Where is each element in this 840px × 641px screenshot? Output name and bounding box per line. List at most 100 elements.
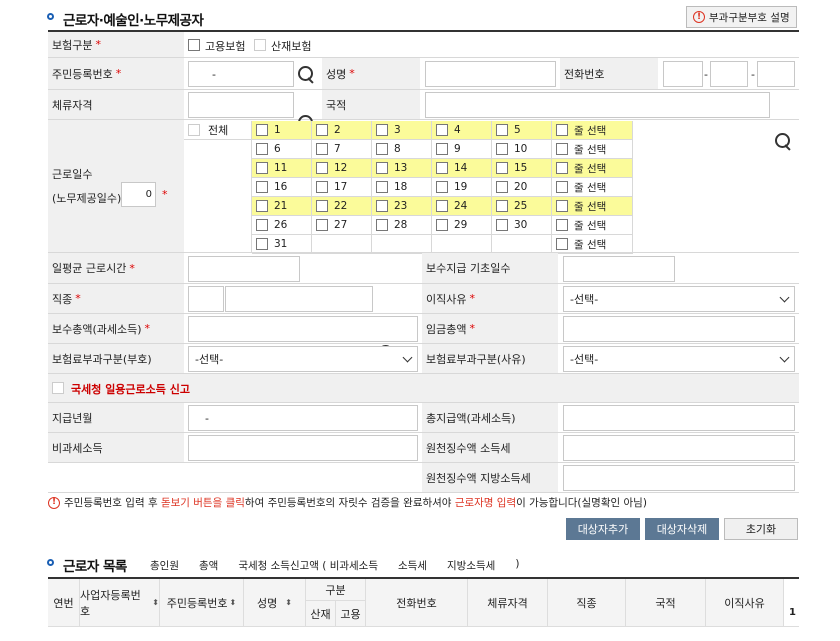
day-cell-10[interactable]: 10	[492, 140, 552, 159]
day-checkbox[interactable]	[376, 219, 388, 231]
day-checkbox[interactable]	[436, 143, 448, 155]
day-cell-11[interactable]: 11	[252, 159, 312, 178]
day-cell-8[interactable]: 8	[372, 140, 432, 159]
day-cell-4[interactable]: 4	[432, 121, 492, 140]
day-checkbox[interactable]	[316, 143, 328, 155]
day-checkbox[interactable]	[496, 162, 508, 174]
day-cell-26[interactable]: 26	[252, 216, 312, 235]
day-checkbox[interactable]	[316, 124, 328, 136]
day-checkbox[interactable]	[496, 181, 508, 193]
day-checkbox[interactable]	[316, 200, 328, 212]
reset-button[interactable]: 초기화	[724, 518, 798, 540]
phone-input-2[interactable]	[710, 61, 748, 87]
day-cell-29[interactable]: 29	[432, 216, 492, 235]
day-cell-24[interactable]: 24	[432, 197, 492, 216]
day-checkbox[interactable]	[256, 181, 268, 193]
day-checkbox[interactable]	[436, 219, 448, 231]
phone-input-3[interactable]	[757, 61, 795, 87]
nts-daily-income-checkbox[interactable]	[52, 382, 64, 394]
day-checkbox[interactable]	[436, 162, 448, 174]
row-select-cell[interactable]: 줄 선택	[552, 121, 633, 140]
pay-base-days-input[interactable]	[563, 256, 675, 282]
day-cell-18[interactable]: 18	[372, 178, 432, 197]
row-select-cell[interactable]: 줄 선택	[552, 216, 633, 235]
row-select-checkbox[interactable]	[556, 181, 568, 193]
all-days-checkbox[interactable]	[188, 124, 200, 136]
premium-reason-select[interactable]: -선택-	[563, 346, 795, 372]
day-cell-28[interactable]: 28	[372, 216, 432, 235]
withholding-local-input[interactable]	[563, 465, 795, 491]
pay-month-input[interactable]	[188, 405, 418, 431]
premium-levy-select[interactable]: -선택-	[188, 346, 418, 372]
name-input[interactable]	[425, 61, 556, 87]
day-cell-20[interactable]: 20	[492, 178, 552, 197]
row-select-checkbox[interactable]	[556, 219, 568, 231]
row-select-checkbox[interactable]	[556, 200, 568, 212]
industrial-accident-checkbox[interactable]	[254, 39, 266, 51]
day-checkbox[interactable]	[256, 219, 268, 231]
resident-no-search-icon[interactable]	[297, 65, 315, 83]
col-name[interactable]: 성명 ⬍	[244, 579, 306, 626]
total-wage-input[interactable]	[563, 316, 795, 342]
day-checkbox[interactable]	[436, 181, 448, 193]
nontaxable-input[interactable]	[188, 435, 418, 461]
row-select-checkbox[interactable]	[556, 162, 568, 174]
visa-input[interactable]	[188, 92, 294, 118]
day-cell-21[interactable]: 21	[252, 197, 312, 216]
day-cell-19[interactable]: 19	[432, 178, 492, 197]
row-select-cell[interactable]: 줄 선택	[552, 159, 633, 178]
row-select-checkbox[interactable]	[556, 124, 568, 136]
total-pay2-input[interactable]	[563, 405, 795, 431]
day-checkbox[interactable]	[316, 181, 328, 193]
day-cell-15[interactable]: 15	[492, 159, 552, 178]
day-cell-30[interactable]: 30	[492, 216, 552, 235]
day-cell-12[interactable]: 12	[312, 159, 372, 178]
row-select-cell[interactable]: 줄 선택	[552, 140, 633, 159]
day-checkbox[interactable]	[376, 162, 388, 174]
day-checkbox[interactable]	[496, 219, 508, 231]
phone-input-1[interactable]	[663, 61, 703, 87]
day-cell-27[interactable]: 27	[312, 216, 372, 235]
row-select-cell[interactable]: 줄 선택	[552, 178, 633, 197]
day-checkbox[interactable]	[316, 162, 328, 174]
day-cell-23[interactable]: 23	[372, 197, 432, 216]
day-checkbox[interactable]	[376, 143, 388, 155]
day-cell-25[interactable]: 25	[492, 197, 552, 216]
day-cell-1[interactable]: 1	[252, 121, 312, 140]
job-type-code-input[interactable]	[188, 286, 224, 312]
day-cell-3[interactable]: 3	[372, 121, 432, 140]
day-cell-16[interactable]: 16	[252, 178, 312, 197]
add-target-button[interactable]: 대상자추가	[566, 518, 640, 540]
col-biz-reg-no[interactable]: 사업자등록번호 ⬍	[80, 579, 160, 626]
day-checkbox[interactable]	[376, 200, 388, 212]
day-cell-22[interactable]: 22	[312, 197, 372, 216]
day-cell-5[interactable]: 5	[492, 121, 552, 140]
col-resident-no[interactable]: 주민등록번호 ⬍	[160, 579, 244, 626]
row-select-cell[interactable]: 줄 선택	[552, 235, 633, 254]
row-select-checkbox[interactable]	[556, 143, 568, 155]
job-type-name-input[interactable]	[225, 286, 373, 312]
row-select-checkbox[interactable]	[556, 238, 568, 250]
premium-code-help-button[interactable]: ! 부과구분부호 설명	[686, 6, 797, 28]
day-checkbox[interactable]	[256, 200, 268, 212]
day-checkbox[interactable]	[496, 124, 508, 136]
avg-hours-input[interactable]	[188, 256, 300, 282]
day-cell-6[interactable]: 6	[252, 140, 312, 159]
day-checkbox[interactable]	[256, 238, 268, 250]
withholding-income-input[interactable]	[563, 435, 795, 461]
day-cell-31[interactable]: 31	[252, 235, 312, 254]
day-checkbox[interactable]	[376, 181, 388, 193]
day-cell-7[interactable]: 7	[312, 140, 372, 159]
nationality-input[interactable]	[425, 92, 770, 118]
day-cell-14[interactable]: 14	[432, 159, 492, 178]
day-checkbox[interactable]	[496, 143, 508, 155]
day-checkbox[interactable]	[316, 219, 328, 231]
day-checkbox[interactable]	[436, 200, 448, 212]
day-cell-17[interactable]: 17	[312, 178, 372, 197]
day-cell-2[interactable]: 2	[312, 121, 372, 140]
day-cell-9[interactable]: 9	[432, 140, 492, 159]
day-checkbox[interactable]	[256, 124, 268, 136]
day-checkbox[interactable]	[256, 162, 268, 174]
total-pay-input[interactable]	[188, 316, 418, 342]
row-select-cell[interactable]: 줄 선택	[552, 197, 633, 216]
